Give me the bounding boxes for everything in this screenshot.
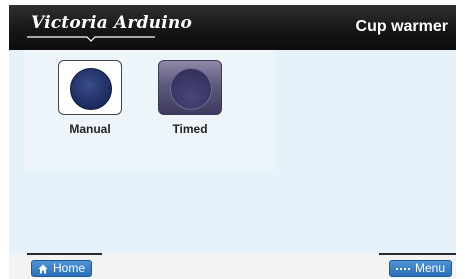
manual-knob-icon (70, 67, 112, 110)
manual-mode-button[interactable] (58, 60, 122, 115)
manual-mode-label: Manual (69, 122, 111, 136)
menu-button-label: Menu (414, 261, 445, 275)
footer-bar: Home Menu (9, 253, 456, 279)
header-bar: Victoria Arduino Cup warmer (9, 5, 456, 50)
timed-mode-label: Timed (172, 122, 208, 136)
logo-underline-icon (27, 36, 155, 42)
home-icon (38, 264, 48, 273)
footer-divider-right (379, 253, 456, 255)
mode-manual: Manual (55, 60, 125, 136)
home-button[interactable]: Home (31, 260, 93, 277)
app-frame: Victoria Arduino Cup warmer Manual Timed (9, 5, 456, 279)
timed-knob-icon (170, 67, 212, 110)
page-title: Cup warmer (355, 18, 448, 35)
footer-divider-left (27, 253, 102, 255)
brand-logo: Victoria Arduino (31, 13, 192, 33)
content-area: Manual Timed (9, 50, 456, 253)
home-button-label: Home (53, 261, 86, 275)
menu-button[interactable]: Menu (388, 260, 452, 277)
mode-timed: Timed (155, 60, 225, 136)
mode-panel: Manual Timed (24, 50, 276, 170)
timed-mode-button[interactable] (158, 60, 222, 115)
menu-grid-icon (395, 267, 410, 270)
